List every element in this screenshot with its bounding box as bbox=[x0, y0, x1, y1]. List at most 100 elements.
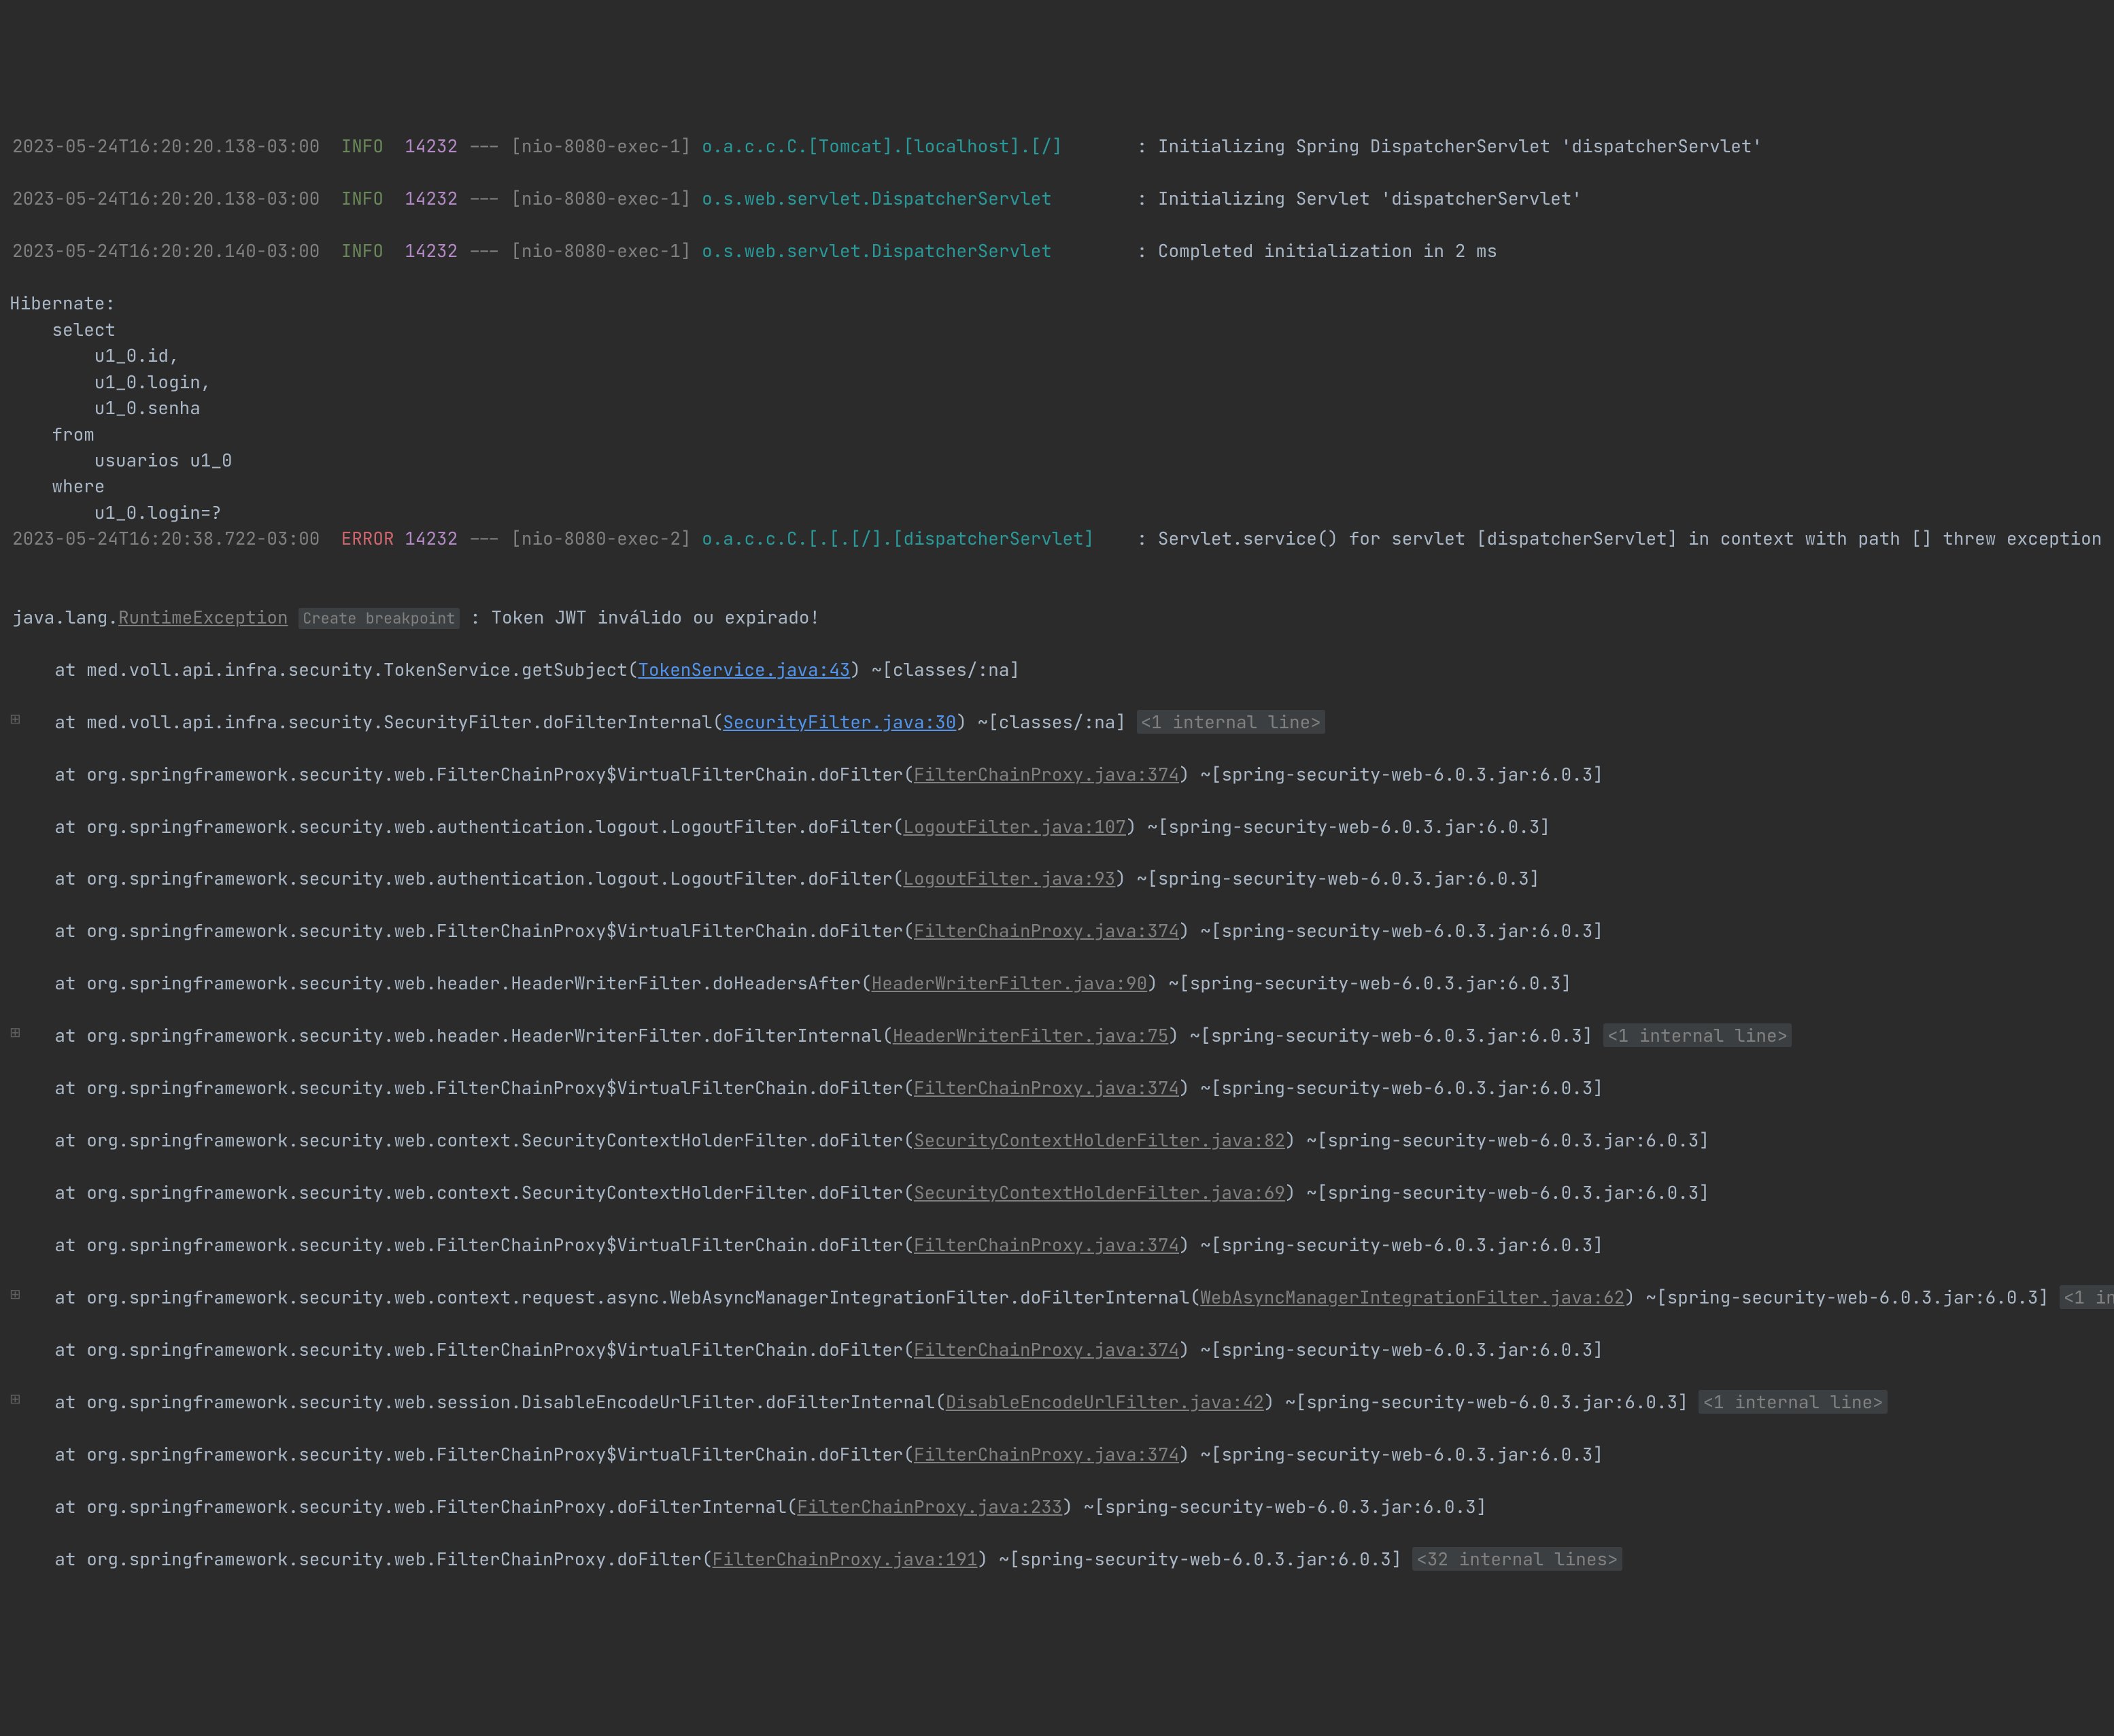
source-link[interactable]: SecurityFilter.java:30 bbox=[723, 710, 956, 734]
log-line: 2023-05-24T16:20:20.138-03:00 INFO 14232… bbox=[10, 186, 2114, 211]
stack-frame: ⊞ at med.voll.api.infra.security.Securit… bbox=[10, 709, 2114, 735]
separator: --- bbox=[458, 186, 511, 210]
stack-frame-suffix: ) ~[spring-security-web-6.0.3.jar:6.0.3] bbox=[1264, 1390, 1699, 1414]
source-link[interactable]: FilterChainProxy.java:374 bbox=[914, 762, 1179, 786]
stack-frame: at org.springframework.security.web.auth… bbox=[10, 814, 2114, 840]
source-link[interactable]: WebAsyncManagerIntegrationFilter.java:62 bbox=[1200, 1285, 1624, 1309]
source-link[interactable]: DisableEncodeUrlFilter.java:42 bbox=[946, 1390, 1264, 1414]
source-link[interactable]: HeaderWriterFilter.java:90 bbox=[872, 971, 1148, 995]
log-message: : Initializing Spring DispatcherServlet … bbox=[1126, 134, 1762, 158]
stack-frame-suffix: ) ~[spring-security-web-6.0.3.jar:6.0.3] bbox=[1285, 1180, 1709, 1204]
log-line: 2023-05-24T16:20:20.140-03:00 INFO 14232… bbox=[10, 238, 2114, 264]
log-level: INFO bbox=[341, 239, 394, 262]
stack-frame-text: at org.springframework.security.web.head… bbox=[12, 1023, 893, 1047]
stack-frame: at org.springframework.security.web.Filt… bbox=[10, 762, 2114, 787]
log-level: INFO bbox=[341, 134, 394, 158]
separator: --- bbox=[458, 526, 511, 550]
expand-fold-icon[interactable]: ⊞ bbox=[10, 709, 19, 730]
stack-frame-suffix: ) ~[spring-security-web-6.0.3.jar:6.0.3] bbox=[1179, 1338, 1603, 1361]
logger-name: o.a.c.c.C.[Tomcat].[localhost].[/] bbox=[702, 134, 1126, 158]
exception-class[interactable]: RuntimeException bbox=[118, 605, 288, 629]
sql-line: u1_0.senha bbox=[10, 396, 201, 420]
stack-frame-suffix: ) ~[classes/:na] bbox=[956, 710, 1136, 734]
source-link[interactable]: TokenService.java:43 bbox=[638, 658, 850, 681]
log-level: INFO bbox=[341, 186, 394, 210]
source-link[interactable]: FilterChainProxy.java:374 bbox=[914, 1338, 1179, 1361]
stack-frame: at org.springframework.security.web.cont… bbox=[10, 1180, 2114, 1206]
stack-frame-suffix: ) ~[spring-security-web-6.0.3.jar:6.0.3] bbox=[1179, 762, 1603, 786]
stack-frame: at org.springframework.security.web.Filt… bbox=[10, 918, 2114, 944]
sql-line: u1_0.login, bbox=[10, 370, 211, 394]
stack-frame-text: at org.springframework.security.web.Filt… bbox=[12, 1495, 797, 1518]
sql-line: u1_0.login=? bbox=[10, 500, 222, 524]
stack-frame: at org.springframework.security.web.Filt… bbox=[10, 1075, 2114, 1101]
stack-frame: at org.springframework.security.web.Filt… bbox=[10, 1442, 2114, 1467]
stack-frame: at org.springframework.security.web.Filt… bbox=[10, 1232, 2114, 1258]
stack-frame-suffix: ) ~[spring-security-web-6.0.3.jar:6.0.3] bbox=[1285, 1128, 1709, 1152]
sql-line: select bbox=[10, 318, 116, 341]
stack-frame: at org.springframework.security.web.Filt… bbox=[10, 1546, 2114, 1572]
create-breakpoint-button[interactable]: Create breakpoint bbox=[299, 608, 459, 629]
stack-frame-text: at org.springframework.security.web.cont… bbox=[12, 1128, 914, 1152]
collapsed-frames-badge[interactable]: <32 internal lines> bbox=[1412, 1547, 1622, 1571]
console-log-pane[interactable]: 2023-05-24T16:20:20.138-03:00 INFO 14232… bbox=[0, 131, 2114, 1605]
stack-frame: ⊞ at org.springframework.security.web.co… bbox=[10, 1284, 2114, 1310]
separator: --- bbox=[458, 239, 511, 262]
collapsed-frames-badge[interactable]: <1 internal line> bbox=[1603, 1023, 1792, 1047]
timestamp: 2023-05-24T16:20:20.138-03:00 bbox=[12, 186, 320, 210]
stack-frame-suffix: ) ~[spring-security-web-6.0.3.jar:6.0.3] bbox=[1062, 1495, 1486, 1518]
log-level: ERROR bbox=[341, 526, 394, 550]
logger-name: o.s.web.servlet.DispatcherServlet bbox=[702, 239, 1126, 262]
stack-frame-text: at org.springframework.security.web.auth… bbox=[12, 815, 903, 838]
stack-frame: at org.springframework.security.web.Filt… bbox=[10, 1337, 2114, 1363]
stack-frame-suffix: ) ~[spring-security-web-6.0.3.jar:6.0.3] bbox=[1147, 971, 1571, 995]
source-link[interactable]: SecurityContextHolderFilter.java:82 bbox=[914, 1128, 1285, 1152]
source-link[interactable]: FilterChainProxy.java:374 bbox=[914, 1076, 1179, 1100]
expand-fold-icon[interactable]: ⊞ bbox=[10, 1023, 19, 1043]
stack-frame: at org.springframework.security.web.Filt… bbox=[10, 1494, 2114, 1520]
source-link[interactable]: HeaderWriterFilter.java:75 bbox=[893, 1023, 1169, 1047]
timestamp: 2023-05-24T16:20:20.138-03:00 bbox=[12, 134, 320, 158]
stack-frame-text: at org.springframework.security.web.Filt… bbox=[12, 1338, 914, 1361]
expand-fold-icon[interactable]: ⊞ bbox=[10, 1389, 19, 1410]
stack-frame-suffix: ) ~[spring-security-web-6.0.3.jar:6.0.3] bbox=[1115, 866, 1539, 890]
logger-name: o.s.web.servlet.DispatcherServlet bbox=[702, 186, 1126, 210]
source-link[interactable]: FilterChainProxy.java:374 bbox=[914, 919, 1179, 942]
exception-message: : Token JWT inválido ou expirado! bbox=[470, 605, 820, 629]
log-message: : Initializing Servlet 'dispatcherServle… bbox=[1126, 186, 1582, 210]
source-link[interactable]: LogoutFilter.java:93 bbox=[903, 866, 1115, 890]
stack-frame: ⊞ at org.springframework.security.web.se… bbox=[10, 1389, 2114, 1415]
collapsed-frames-badge[interactable]: <1 internal line> bbox=[2060, 1285, 2114, 1309]
stack-frame-suffix: ) ~[spring-security-web-6.0.3.jar:6.0.3] bbox=[1179, 1233, 1603, 1257]
timestamp: 2023-05-24T16:20:38.722-03:00 bbox=[12, 526, 320, 550]
timestamp: 2023-05-24T16:20:20.140-03:00 bbox=[12, 239, 320, 262]
stack-frame: ⊞ at org.springframework.security.web.he… bbox=[10, 1023, 2114, 1049]
logger-name: o.a.c.c.C.[.[.[/].[dispatcherServlet] bbox=[702, 526, 1126, 550]
collapsed-frames-badge[interactable]: <1 internal line> bbox=[1137, 710, 1325, 734]
log-line: 2023-05-24T16:20:38.722-03:00 ERROR 1423… bbox=[10, 526, 2114, 551]
sql-line: from bbox=[10, 422, 95, 446]
thread-name: [nio-8080-exec-2] bbox=[511, 526, 691, 550]
thread-name: [nio-8080-exec-1] bbox=[511, 239, 691, 262]
exception-header: java.lang.RuntimeException Create breakp… bbox=[10, 605, 2114, 630]
collapsed-frames-badge[interactable]: <1 internal line> bbox=[1699, 1390, 1887, 1414]
source-link[interactable]: FilterChainProxy.java:374 bbox=[914, 1233, 1179, 1257]
thread-name: [nio-8080-exec-1] bbox=[511, 186, 691, 210]
expand-fold-icon[interactable]: ⊞ bbox=[10, 1284, 19, 1305]
pid: 14232 bbox=[405, 186, 458, 210]
stack-frame-text: at med.voll.api.infra.security.TokenServ… bbox=[12, 658, 638, 681]
source-link[interactable]: FilterChainProxy.java:191 bbox=[713, 1547, 978, 1571]
source-link[interactable]: FilterChainProxy.java:374 bbox=[914, 1442, 1179, 1466]
stack-frame-suffix: ) ~[spring-security-web-6.0.3.jar:6.0.3] bbox=[1179, 919, 1603, 942]
exception-package: java.lang. bbox=[12, 605, 118, 629]
stack-frame-text: at org.springframework.security.web.Filt… bbox=[12, 1233, 914, 1257]
source-link[interactable]: FilterChainProxy.java:233 bbox=[797, 1495, 1062, 1518]
sql-line: usuarios u1_0 bbox=[10, 448, 233, 472]
pid: 14232 bbox=[405, 526, 458, 550]
stack-frame-text: at org.springframework.security.web.Filt… bbox=[12, 1076, 914, 1100]
source-link[interactable]: LogoutFilter.java:107 bbox=[903, 815, 1126, 838]
source-link[interactable]: SecurityContextHolderFilter.java:69 bbox=[914, 1180, 1285, 1204]
sql-line: u1_0.id, bbox=[10, 343, 180, 367]
stack-frame-text: at org.springframework.security.web.sess… bbox=[12, 1390, 946, 1414]
hibernate-header: Hibernate: bbox=[10, 291, 116, 315]
